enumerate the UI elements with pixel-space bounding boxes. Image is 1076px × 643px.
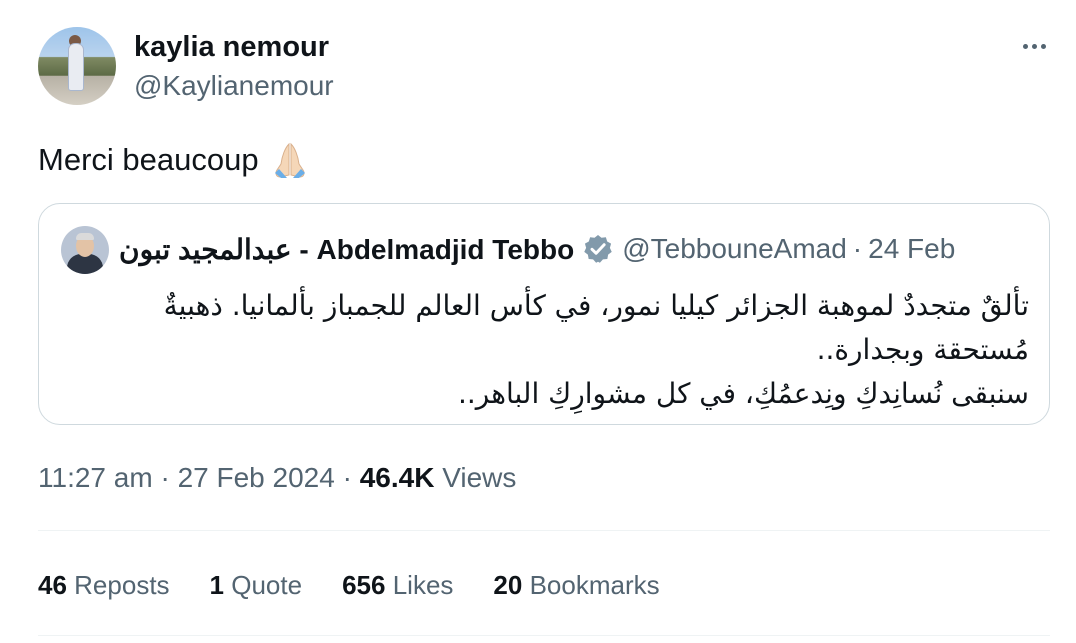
- reposts-count: 46: [38, 570, 67, 600]
- more-dot-icon: [1040, 43, 1046, 49]
- tweet-meta: 11:27 am · 27 Feb 2024 · 46.4K Views: [38, 462, 516, 494]
- separator-dot: ·: [342, 462, 352, 493]
- quoted-tweet-header: عبدالمجيد تبون - Abdelmadjid Tebbo @Tebb…: [119, 232, 955, 266]
- quoted-text-line: سنبقى نُسانِدكِ ونِدعمُكِ، في كل مشوارِك…: [457, 377, 1029, 410]
- folded-hands-icon: [274, 142, 305, 178]
- author-handle[interactable]: @Kaylianemour: [134, 70, 334, 102]
- views-label: Views: [442, 462, 517, 493]
- quoted-text-line: مُستحقة وبجدارة..: [816, 333, 1029, 366]
- quoted-tweet-text: تألقٌ متجددٌ لموهبة الجزائر كيليا نمور، …: [59, 284, 1029, 416]
- tweet-text: Merci beaucoup: [38, 140, 311, 180]
- tweet-time[interactable]: 11:27 am: [38, 462, 153, 493]
- avatar-figure: [68, 43, 84, 91]
- quotes-stat[interactable]: 1 Quote: [210, 570, 303, 601]
- bookmarks-count: 20: [493, 570, 523, 600]
- author-avatar[interactable]: [38, 27, 116, 105]
- quoted-author-handle[interactable]: @TebbouneAmad: [622, 233, 847, 265]
- quoted-tweet-card[interactable]: عبدالمجيد تبون - Abdelmadjid Tebbo @Tebb…: [38, 203, 1050, 425]
- quotes-label: Quote: [231, 570, 303, 600]
- views-count: 46.4K: [359, 462, 435, 493]
- quotes-count: 1: [209, 570, 225, 600]
- separator-dot: ·: [852, 233, 863, 264]
- likes-stat[interactable]: 656 Likes: [342, 570, 453, 601]
- divider: [38, 530, 1050, 531]
- reposts-label: Reposts: [74, 570, 170, 600]
- more-options-button[interactable]: [1012, 32, 1056, 60]
- bookmarks-label: Bookmarks: [529, 570, 660, 600]
- bookmarks-stat[interactable]: 20 Bookmarks: [493, 570, 659, 601]
- more-dot-icon: [1031, 43, 1037, 49]
- quoted-text-line: تألقٌ متجددٌ لموهبة الجزائر كيليا نمور، …: [163, 289, 1029, 322]
- divider: [38, 635, 1050, 636]
- reposts-stat[interactable]: 46 Reposts: [38, 570, 170, 601]
- quoted-author-name[interactable]: عبدالمجيد تبون - Abdelmadjid Tebbo: [119, 233, 574, 266]
- likes-count: 656: [342, 570, 386, 600]
- verified-badge-icon: [584, 235, 612, 263]
- more-dot-icon: [1022, 43, 1028, 49]
- quoted-author-avatar[interactable]: [61, 226, 109, 274]
- likes-label: Likes: [392, 570, 454, 600]
- engagement-stats: 46 Reposts 1 Quote 656 Likes 20 Bookmark…: [38, 570, 700, 601]
- avatar-hair: [76, 233, 94, 240]
- tweet-date[interactable]: 27 Feb 2024: [178, 462, 335, 493]
- author-display-name[interactable]: kaylia nemour: [134, 31, 329, 64]
- tweet-text-content: Merci beaucoup: [38, 142, 259, 177]
- quoted-tweet-date[interactable]: 24 Feb: [868, 233, 955, 265]
- separator-dot: ·: [160, 462, 170, 493]
- avatar-suit: [67, 254, 103, 274]
